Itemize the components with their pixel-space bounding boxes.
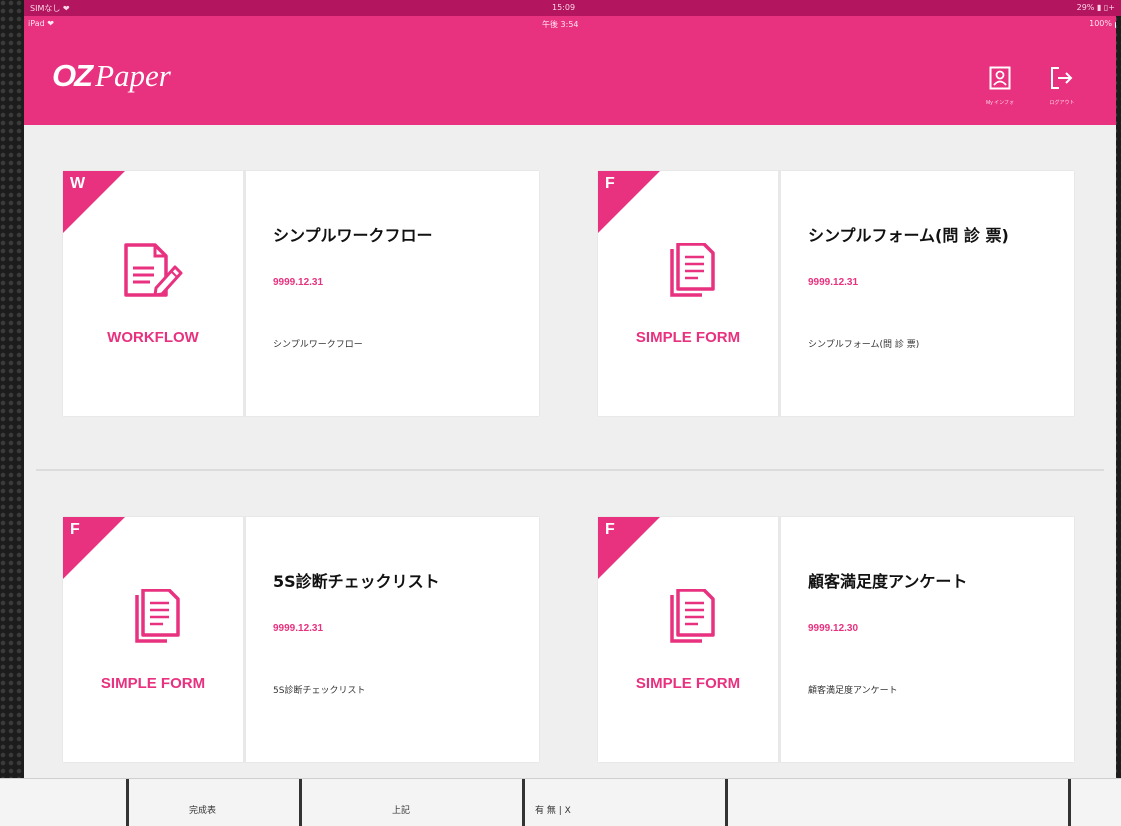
card-title: シンプルワークフロー (273, 226, 433, 245)
strip-cell: 完成表 (129, 779, 302, 826)
logout-button[interactable]: ログアウト (1042, 66, 1082, 106)
card-type-label: SIMPLE FORM (100, 675, 206, 692)
card-description: シンプルワークフロー (273, 340, 363, 350)
card-date: 9999.12.31 (273, 277, 324, 288)
strip-cell: 有 無 | X (525, 779, 728, 826)
corner-letter: F (605, 175, 615, 192)
outer-time: 15:09 (552, 3, 576, 12)
card-type-panel: W WORKFLOW (63, 171, 246, 416)
strip-text: 完成表 (189, 806, 217, 816)
section-divider (36, 469, 1104, 471)
my-info-button[interactable]: My インフォ (980, 66, 1020, 106)
card-title: シンプルフォーム(問 診 票) (808, 226, 1009, 245)
user-card-icon (989, 66, 1011, 90)
outer-carrier: SIMなし ❤ (30, 4, 70, 13)
inner-device: iPad ❤ (28, 19, 54, 28)
card-description: シンプルフォーム(問 診 票) (808, 340, 920, 350)
form-card-customer-satisfaction[interactable]: F SIMPLE FORM 顧客満足度アンケート 9999.12.30 顧客満足… (598, 517, 1074, 762)
card-description: 顧客満足度アンケート (808, 686, 898, 696)
simple-form-document-icon (670, 243, 715, 297)
card-type-label: SIMPLE FORM (635, 329, 741, 346)
strip-cell (728, 779, 1071, 826)
inner-battery: 100% (1089, 19, 1112, 28)
card-title: 5S診断チェックリスト (273, 572, 440, 591)
ozpaper-logo: OZ Paper (52, 58, 171, 94)
logout-icon (1051, 67, 1073, 89)
card-date: 9999.12.31 (273, 623, 324, 634)
battery-icon (1115, 22, 1116, 28)
inner-time: 午後 3:54 (542, 20, 579, 29)
card-type-label: WORKFLOW (107, 329, 199, 346)
simple-form-document-icon (670, 589, 715, 643)
form-card-simple-workflow[interactable]: W WORKFLOW シンプルワークフロー 9999.12.31 シンプルワーク… (63, 171, 539, 416)
outer-status-bar: SIMなし ❤ 15:09 29% ▮ ▯+ (24, 0, 1121, 16)
card-type-panel: F SIMPLE FORM (63, 517, 246, 762)
card-type-panel: F SIMPLE FORM (598, 171, 781, 416)
card-type-panel: F SIMPLE FORM (598, 517, 781, 762)
form-card-5s-checklist[interactable]: F SIMPLE FORM 5S診断チェックリスト 9999.12.31 5S診… (63, 517, 539, 762)
logo-paper: Paper (95, 58, 171, 93)
workflow-document-pencil-icon (124, 243, 183, 297)
strip-cell (36, 779, 129, 826)
background-app-strip: 完成表 上記 有 無 | X (0, 778, 1121, 826)
card-date: 9999.12.30 (808, 623, 859, 634)
logo-oz: OZ (52, 58, 93, 93)
strip-cell: 上記 (302, 779, 525, 826)
form-card-simple-form-questionnaire[interactable]: F SIMPLE FORM シンプルフォーム(問 診 票) 9999.12.31… (598, 171, 1074, 416)
app-header: iPad ❤ 午後 3:54 100% OZ Paper My インフォ ログアウ (24, 16, 1116, 125)
strip-text: 上記 (392, 806, 411, 816)
form-list: W WORKFLOW シンプルワークフロー 9999.12.31 シンプルワーク… (24, 125, 1116, 825)
my-info-label: My インフォ (986, 100, 1014, 106)
corner-letter: F (70, 521, 80, 538)
corner-letter: W (70, 175, 86, 192)
card-date: 9999.12.31 (808, 277, 859, 288)
strip-text: 有 無 | X (535, 806, 571, 816)
card-description: 5S診断チェックリスト (273, 686, 366, 696)
app-frame: iPad ❤ 午後 3:54 100% OZ Paper My インフォ ログアウ (24, 16, 1116, 825)
outer-battery: 29% ▮ ▯+ (1076, 3, 1115, 12)
simple-form-document-icon (135, 589, 180, 643)
inner-battery-wrap: 100% (1089, 19, 1116, 28)
inner-status-bar: iPad ❤ 午後 3:54 100% (24, 16, 1116, 38)
card-type-label: SIMPLE FORM (635, 675, 741, 692)
corner-letter: F (605, 521, 615, 538)
card-title: 顧客満足度アンケート (808, 572, 968, 591)
logout-label: ログアウト (1049, 100, 1075, 106)
